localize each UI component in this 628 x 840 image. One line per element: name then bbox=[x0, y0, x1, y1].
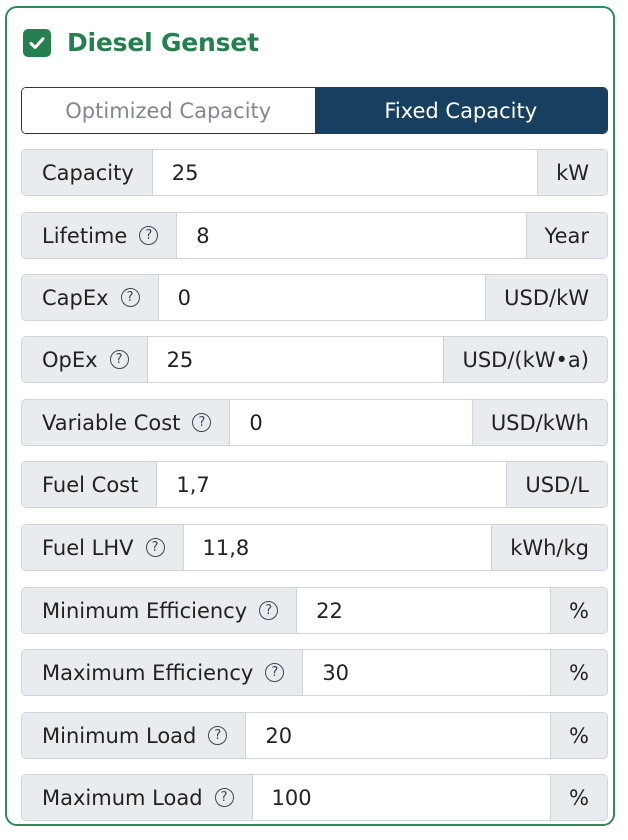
field-label-text: Variable Cost bbox=[42, 410, 181, 435]
lifetime-input-wrap bbox=[177, 213, 526, 258]
field-label: Fuel Cost bbox=[22, 462, 158, 507]
fuel-cost-input[interactable] bbox=[176, 472, 507, 497]
field-label: Capacity bbox=[22, 150, 153, 195]
maximum-load-input[interactable] bbox=[271, 785, 551, 810]
minimum-load-input[interactable] bbox=[265, 723, 551, 748]
field-unit: % bbox=[550, 650, 607, 695]
variable-cost-input[interactable] bbox=[249, 410, 472, 435]
field-unit: kW bbox=[537, 150, 607, 195]
field-row-minimum-efficiency: Minimum Efficiency? % bbox=[21, 587, 608, 634]
section-header: Diesel Genset bbox=[23, 28, 259, 57]
help-icon[interactable]: ? bbox=[145, 538, 165, 557]
field-unit: % bbox=[550, 588, 607, 633]
field-label-text: Lifetime bbox=[42, 223, 128, 248]
field-row-fuel-lhv: Fuel LHV? kWh/kg bbox=[21, 524, 608, 571]
field-label: CapEx? bbox=[22, 275, 159, 320]
field-row-capacity: Capacity kW bbox=[21, 149, 608, 196]
field-label-text: Minimum Efficiency bbox=[42, 598, 248, 623]
help-icon[interactable]: ? bbox=[265, 663, 285, 682]
capacity-input[interactable] bbox=[171, 160, 538, 185]
field-unit: USD/kWh bbox=[471, 400, 607, 445]
field-unit: USD/(kW•a) bbox=[443, 337, 607, 382]
minimum-efficiency-input-wrap bbox=[297, 588, 551, 633]
field-label: Minimum Efficiency? bbox=[22, 588, 298, 633]
maximum-efficiency-input-wrap bbox=[303, 650, 551, 695]
field-label-text: Fuel Cost bbox=[42, 472, 139, 497]
variable-cost-input-wrap bbox=[230, 400, 472, 445]
fuel-lhv-input-wrap bbox=[183, 525, 492, 570]
field-label: Variable Cost? bbox=[22, 400, 231, 445]
field-label: Fuel LHV? bbox=[22, 525, 184, 570]
help-icon[interactable]: ? bbox=[120, 288, 140, 307]
field-label: Maximum Efficiency? bbox=[22, 650, 304, 695]
field-label-text: CapEx bbox=[42, 285, 109, 310]
maximum-efficiency-input[interactable] bbox=[322, 660, 551, 685]
field-label-text: Maximum Load bbox=[42, 785, 203, 810]
enable-checkbox[interactable] bbox=[23, 28, 51, 57]
capex-input[interactable] bbox=[177, 285, 486, 310]
field-label: Lifetime? bbox=[22, 213, 178, 258]
field-row-minimum-load: Minimum Load? % bbox=[21, 712, 608, 759]
field-unit: kWh/kg bbox=[491, 525, 607, 570]
optimized-capacity-option[interactable]: Optimized Capacity bbox=[22, 88, 315, 133]
checkmark-icon bbox=[29, 36, 45, 49]
field-unit: Year bbox=[525, 213, 607, 258]
field-row-variable-cost: Variable Cost? USD/kWh bbox=[21, 399, 608, 446]
capex-input-wrap bbox=[158, 275, 486, 320]
minimum-load-input-wrap bbox=[246, 713, 551, 758]
field-label-text: Fuel LHV bbox=[42, 535, 134, 560]
field-label: Maximum Load? bbox=[22, 775, 253, 820]
field-unit: USD/L bbox=[506, 462, 607, 507]
opex-input[interactable] bbox=[166, 347, 444, 372]
fuel-cost-input-wrap bbox=[157, 462, 507, 507]
field-row-maximum-efficiency: Maximum Efficiency? % bbox=[21, 649, 608, 696]
field-unit: % bbox=[550, 775, 607, 820]
field-label: Minimum Load? bbox=[22, 713, 247, 758]
fixed-capacity-option[interactable]: Fixed Capacity bbox=[314, 88, 607, 133]
help-icon[interactable]: ? bbox=[259, 601, 279, 620]
diesel-genset-card: Diesel Genset Optimized Capacity Fixed C… bbox=[5, 6, 615, 826]
field-label-text: Minimum Load bbox=[42, 723, 197, 748]
field-row-maximum-load: Maximum Load? % bbox=[21, 774, 608, 821]
field-row-lifetime: Lifetime? Year bbox=[21, 212, 608, 259]
field-row-capex: CapEx? USD/kW bbox=[21, 274, 608, 321]
help-icon[interactable]: ? bbox=[139, 226, 159, 245]
minimum-efficiency-input[interactable] bbox=[316, 598, 551, 623]
help-icon[interactable]: ? bbox=[109, 350, 129, 369]
lifetime-input[interactable] bbox=[196, 223, 526, 248]
field-row-opex: OpEx? USD/(kW•a) bbox=[21, 336, 608, 383]
capacity-mode-toggle: Optimized Capacity Fixed Capacity bbox=[21, 87, 608, 134]
field-label-text: OpEx bbox=[42, 347, 98, 372]
section-title: Diesel Genset bbox=[67, 28, 259, 57]
capacity-input-wrap bbox=[152, 150, 538, 195]
help-icon[interactable]: ? bbox=[208, 726, 228, 745]
field-label-text: Capacity bbox=[42, 160, 134, 185]
field-label: OpEx? bbox=[22, 337, 148, 382]
field-label-text: Maximum Efficiency bbox=[42, 660, 254, 685]
field-row-fuel-cost: Fuel Cost USD/L bbox=[21, 461, 608, 508]
fuel-lhv-input[interactable] bbox=[202, 535, 492, 560]
field-unit: % bbox=[550, 713, 607, 758]
field-unit: USD/kW bbox=[485, 275, 607, 320]
help-icon[interactable]: ? bbox=[192, 413, 212, 432]
help-icon[interactable]: ? bbox=[214, 788, 234, 807]
maximum-load-input-wrap bbox=[252, 775, 551, 820]
opex-input-wrap bbox=[147, 337, 444, 382]
